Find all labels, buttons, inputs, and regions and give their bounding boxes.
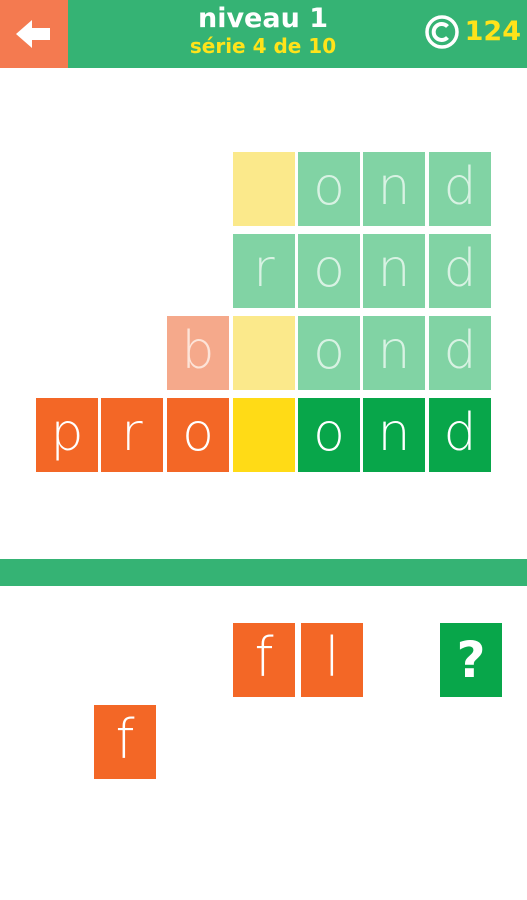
board-tile: r <box>233 234 295 308</box>
board-tile: n <box>363 152 425 226</box>
board-tile: o <box>298 234 360 308</box>
current-word-tile: p <box>36 398 98 472</box>
board-tile: n <box>363 316 425 390</box>
letter-choice-tile[interactable]: f <box>233 623 295 697</box>
level-title: niveau 1 <box>197 3 329 34</box>
board-tile: d <box>429 234 491 308</box>
board-tile: d <box>429 316 491 390</box>
question-mark-icon: ? <box>456 631 486 689</box>
board-tile: d <box>429 152 491 226</box>
board-tile: b <box>167 316 229 390</box>
level-info: niveau 1 série 4 de 10 <box>140 3 386 59</box>
board-tile-empty <box>233 152 295 226</box>
divider-bar <box>0 559 527 586</box>
current-word-tile: o <box>298 398 360 472</box>
answer-slot[interactable] <box>233 398 295 472</box>
board-tile: n <box>363 234 425 308</box>
copyright-coin-icon <box>424 15 459 49</box>
hint-button[interactable]: ? <box>440 623 502 697</box>
board-tile: o <box>298 152 360 226</box>
board-tile: o <box>298 316 360 390</box>
arrow-left-icon <box>16 20 50 48</box>
current-word-tile: o <box>167 398 229 472</box>
current-word-tile: r <box>101 398 163 472</box>
current-word-tile: n <box>363 398 425 472</box>
letter-choice-tile[interactable]: l <box>301 623 363 697</box>
series-progress: série 4 de 10 <box>189 34 337 58</box>
current-word-tile: d <box>429 398 491 472</box>
top-bar: niveau 1 série 4 de 10 124 <box>0 0 527 68</box>
letter-choice-tile[interactable]: f <box>94 705 156 779</box>
board-tile-empty <box>233 316 295 390</box>
back-button[interactable] <box>0 0 68 68</box>
coin-counter: 124 <box>424 14 521 50</box>
coin-count: 124 <box>464 16 521 47</box>
